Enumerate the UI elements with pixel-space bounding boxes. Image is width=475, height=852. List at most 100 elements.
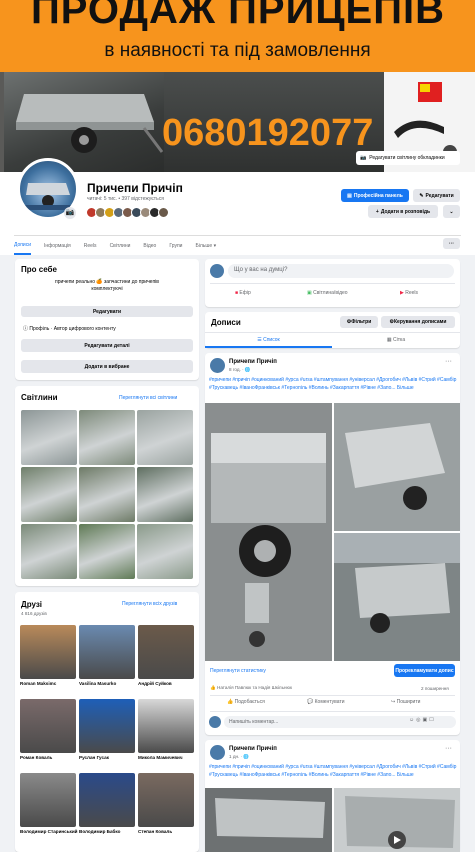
see-all-photos-link[interactable]: Переглянути всі світлини: [119, 395, 177, 401]
edit-cover-button[interactable]: 📷 Редагувати світлину обкладинки: [356, 151, 460, 165]
edit-profile-button[interactable]: ✎ Редагувати: [413, 189, 460, 202]
comment-tools-icons[interactable]: ☺◎▣☐: [409, 717, 436, 723]
friend-avatar[interactable]: [158, 207, 169, 218]
friend-name[interactable]: Roman Maksimc: [20, 681, 78, 687]
friend-photo[interactable]: [20, 699, 76, 753]
like-button[interactable]: 👍 Подобається: [227, 699, 265, 705]
post-options-icon[interactable]: ···: [445, 745, 452, 752]
tab-about[interactable]: Інформація: [44, 243, 71, 249]
friend-name[interactable]: Андрій Суйков: [138, 681, 196, 687]
post-text: #причепи #причіп #оцинкований #урса #urs…: [209, 764, 457, 778]
profile-dropdown-button[interactable]: ⌄: [443, 205, 460, 218]
post-photo-collage[interactable]: [205, 403, 460, 661]
photo-thumbnail[interactable]: [21, 524, 77, 579]
friend-item[interactable]: Володимир Старинський: [20, 773, 78, 845]
reels-icon: ▶: [400, 290, 404, 296]
friend-name[interactable]: Руслан Гусак: [79, 755, 137, 761]
photo-icon: ▣: [307, 290, 312, 296]
post-author-avatar[interactable]: [210, 745, 225, 760]
filters-button[interactable]: ⚙ Фільтри: [340, 316, 378, 328]
post-author[interactable]: Причепи Причіп: [229, 359, 277, 365]
friend-item[interactable]: Roman Maksimc: [20, 625, 76, 697]
friend-item[interactable]: Руслан Гусак: [79, 699, 135, 771]
tab-more[interactable]: Більше ▾: [195, 243, 216, 249]
composer-input[interactable]: Що у вас на думці?: [228, 264, 454, 278]
friend-item[interactable]: Микола Мамичевич: [138, 699, 194, 771]
post-card: Причепи Причіп 1 дн. · 🌐 ··· #причепи #п…: [205, 740, 460, 852]
friend-photo[interactable]: [138, 625, 194, 679]
friend-name[interactable]: Степан Коваль: [138, 829, 196, 835]
tab-photos[interactable]: Світлини: [110, 243, 131, 249]
shares-count[interactable]: 2 поширення: [421, 686, 449, 691]
friend-photo[interactable]: [138, 699, 194, 753]
tab-groups[interactable]: Групи: [169, 243, 182, 249]
trailer-photo-preview: [205, 788, 460, 852]
post-options-icon[interactable]: ···: [445, 358, 452, 365]
like-label: Подобається: [234, 699, 265, 705]
comment-button[interactable]: 💬 Коментувати: [307, 699, 345, 705]
photo-thumbnail[interactable]: [21, 467, 77, 522]
add-featured-button[interactable]: Додати в вибране: [21, 360, 193, 373]
friend-avatars[interactable]: [86, 207, 169, 218]
tabs-more-button[interactable]: ···: [443, 238, 460, 249]
edit-bio-button[interactable]: Редагувати: [21, 306, 193, 317]
see-all-friends-link[interactable]: Переглянути всіх друзів: [122, 601, 177, 607]
avatar-camera-icon[interactable]: 📷: [64, 207, 76, 219]
composer-divider: [210, 283, 455, 284]
about-profile-line: ⓘ Профіль · Автор цифрового контенту: [23, 325, 116, 332]
cover-photo[interactable]: ПРОДАЖ ПРИЦЕПІВ в наявності та під замов…: [0, 0, 475, 172]
tab-posts[interactable]: Дописи: [14, 237, 32, 255]
friend-item[interactable]: Володимир Бабко: [79, 773, 135, 845]
live-video-button[interactable]: ■ Ефір: [235, 290, 251, 296]
posts-header-card: Дописи ⚙ Фільтри ⚙ Керування дописами ☰ …: [205, 312, 460, 348]
grid-view-tab[interactable]: ▦ Сітка: [332, 333, 460, 348]
professional-panel-label: Професійна панель: [353, 192, 403, 199]
photo-thumbnail[interactable]: [21, 410, 77, 465]
post-author-avatar[interactable]: [210, 358, 225, 373]
friend-photo[interactable]: [20, 625, 76, 679]
friend-name[interactable]: Микола Мамичевич: [138, 755, 196, 761]
list-view-tab[interactable]: ☰ Список: [205, 333, 332, 348]
comment-icon: 💬: [307, 699, 315, 705]
edit-details-button[interactable]: Редагувати деталі: [21, 339, 193, 352]
friend-item[interactable]: Андрій Суйков: [138, 625, 194, 697]
post-author[interactable]: Причепи Причіп: [229, 746, 277, 752]
professional-panel-button[interactable]: ▤ Професійна панель: [341, 189, 409, 202]
tab-reels[interactable]: Reels: [84, 243, 97, 249]
post-photo-collage[interactable]: [205, 788, 460, 852]
photo-thumbnail[interactable]: [79, 524, 135, 579]
friend-item[interactable]: Vasilina Masurko: [79, 625, 135, 697]
friend-photo[interactable]: [20, 773, 76, 827]
photo-thumbnail[interactable]: [137, 524, 193, 579]
photo-thumbnail[interactable]: [137, 410, 193, 465]
share-button[interactable]: ↪ Поширити: [391, 699, 420, 705]
post-text: #причепи #причіп #оцинкований #урса #urs…: [209, 377, 457, 391]
reactions-summary[interactable]: 👍 Наталія Павлюк та Надія Шкільнюк: [210, 685, 292, 691]
manage-posts-button[interactable]: ⚙ Керування дописами: [381, 316, 455, 328]
photo-thumbnail[interactable]: [79, 467, 135, 522]
post-time[interactable]: 8 год. · 🌐: [229, 367, 251, 373]
see-insights-link[interactable]: Переглянути статистику: [210, 668, 266, 674]
post-time[interactable]: 1 дн. · 🌐: [229, 754, 249, 760]
photo-thumbnail[interactable]: [137, 467, 193, 522]
friend-item[interactable]: Роман Коваль: [20, 699, 76, 771]
friend-item[interactable]: Степан Коваль: [138, 773, 194, 845]
boost-post-button[interactable]: Прорекламувати допис: [394, 664, 455, 677]
friend-photo[interactable]: [138, 773, 194, 827]
trailer-photo-collage: [205, 403, 460, 661]
add-story-button[interactable]: + Додати в розповідь: [368, 205, 438, 218]
friend-photo[interactable]: [79, 625, 135, 679]
friend-name[interactable]: Роман Коваль: [20, 755, 78, 761]
friends-card: Друзі 4 816 друзів Переглянути всіх друз…: [15, 592, 199, 852]
profile-stats[interactable]: читачі: 5 тис. • 397 відстежується: [87, 196, 164, 202]
photo-thumbnail[interactable]: [79, 410, 135, 465]
friend-photo[interactable]: [79, 773, 135, 827]
friend-name[interactable]: Володимир Бабко: [79, 829, 137, 835]
reels-button[interactable]: ▶ Reels: [400, 290, 418, 296]
tab-videos[interactable]: Відео: [143, 243, 156, 249]
photo-video-button[interactable]: ▣ Світлина/відео: [307, 290, 348, 296]
friend-photo[interactable]: [79, 699, 135, 753]
friend-name[interactable]: Vasilina Masurko: [79, 681, 137, 687]
friend-name[interactable]: Володимир Старинський: [20, 829, 78, 835]
manage-label: Керування дописами: [394, 319, 447, 325]
